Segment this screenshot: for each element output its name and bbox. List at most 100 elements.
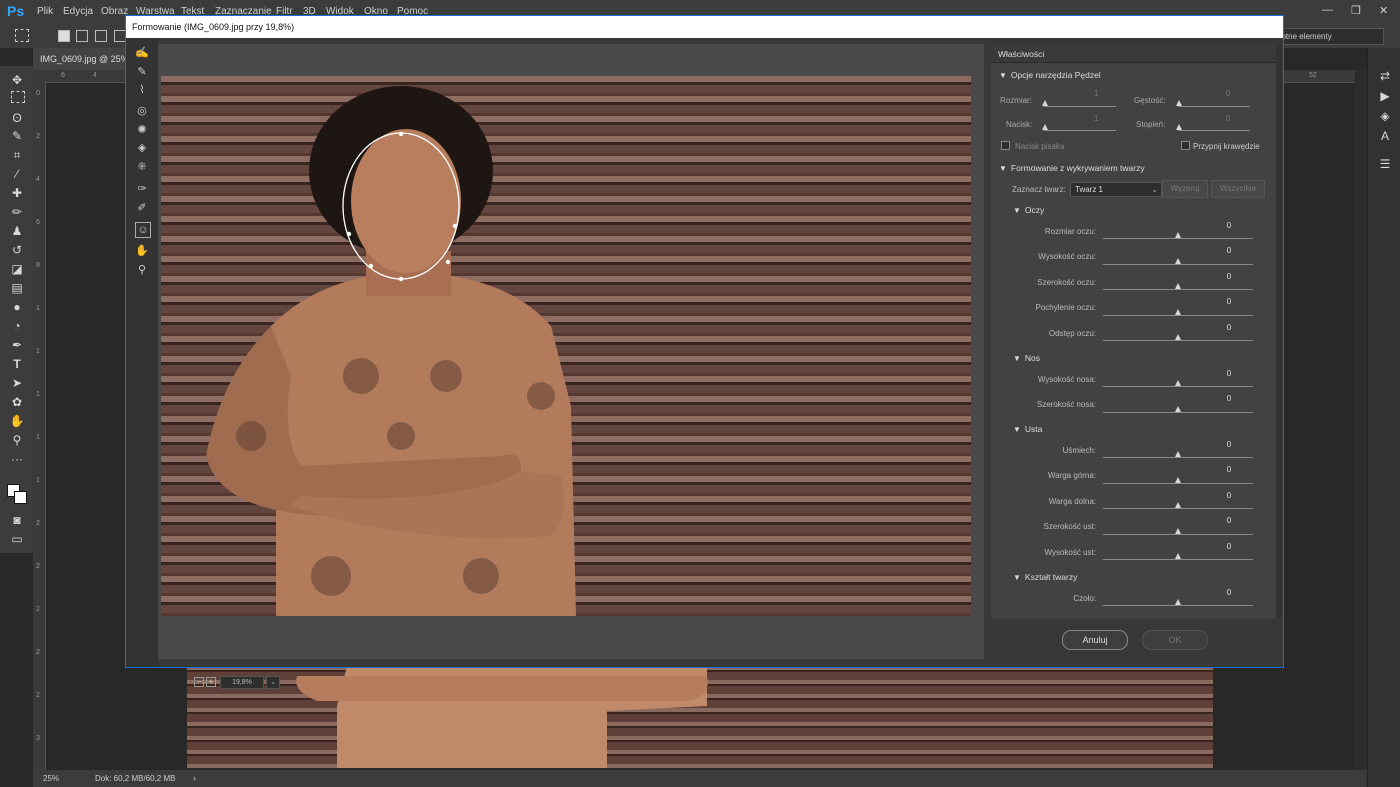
healing-brush-icon[interactable]: ✚ [9, 185, 25, 201]
ok-button[interactable]: OK [1142, 630, 1208, 650]
hand-tool-icon[interactable]: ✋ [9, 413, 25, 429]
size-slider-thumb[interactable] [1042, 100, 1048, 106]
stylus-pressure-checkbox[interactable] [1001, 141, 1010, 150]
crop-tool-icon[interactable]: ⌗ [9, 147, 25, 163]
eye-size-value[interactable]: 0 [1214, 221, 1244, 230]
eye-distance-thumb[interactable] [1175, 334, 1181, 340]
smile-slider[interactable] [1103, 457, 1253, 458]
eye-tilt-value[interactable]: 0 [1214, 297, 1244, 306]
face-tool-icon[interactable]: ☺ [135, 222, 151, 238]
more-tools-icon[interactable]: ··· [9, 451, 25, 467]
mouth-width-thumb[interactable] [1175, 528, 1181, 534]
pin-edges-checkbox[interactable] [1181, 141, 1190, 150]
eye-width-slider[interactable] [1103, 289, 1253, 290]
marquee-tool-icon[interactable] [15, 29, 29, 42]
move-tool-icon[interactable]: ✥ [9, 72, 25, 88]
pen-tool-icon[interactable]: ✒ [9, 337, 25, 353]
nose-height-value[interactable]: 0 [1214, 369, 1244, 378]
lasso-tool-icon[interactable]: ʘ [9, 110, 25, 126]
eye-width-thumb[interactable] [1175, 283, 1181, 289]
freeze-mask-icon[interactable]: ✑ [135, 182, 149, 196]
reconstruct-icon[interactable]: ✎ [135, 65, 149, 79]
close-icon[interactable]: ✕ [1379, 4, 1388, 17]
zoom-tool-icon[interactable]: ⚲ [9, 432, 25, 448]
mouth-width-slider[interactable] [1103, 534, 1253, 535]
properties-scrollbar[interactable] [1276, 44, 1282, 619]
forehead-slider[interactable] [1103, 605, 1253, 606]
lower-lip-slider[interactable] [1103, 508, 1253, 509]
gradient-tool-icon[interactable]: ▤ [9, 280, 25, 296]
subtract-selection-icon[interactable] [95, 30, 107, 42]
smile-value[interactable]: 0 [1214, 440, 1244, 449]
eye-tilt-slider[interactable] [1103, 315, 1253, 316]
path-selection-icon[interactable]: ➤ [9, 375, 25, 391]
twirl-icon[interactable]: ◎ [135, 104, 149, 118]
zoom-dropdown-icon[interactable]: ⌄ [266, 676, 280, 689]
vertical-scrollbar[interactable] [1355, 70, 1367, 770]
quick-mask-icon[interactable]: ◙ [9, 512, 25, 528]
menu-plik[interactable]: Plik [37, 6, 53, 17]
nose-height-thumb[interactable] [1175, 380, 1181, 386]
dodge-tool-icon[interactable]: ◔ [9, 318, 25, 334]
nose-width-value[interactable]: 0 [1214, 394, 1244, 403]
mouth-height-thumb[interactable] [1175, 553, 1181, 559]
cancel-button[interactable]: Anuluj [1062, 630, 1128, 650]
preview-zoom-field[interactable]: 19,8% [220, 676, 264, 689]
add-selection-icon[interactable] [76, 30, 88, 42]
layers-panel-icon[interactable]: ◈ [1377, 108, 1393, 124]
all-button[interactable]: Wszystkie [1211, 180, 1265, 198]
eye-tilt-thumb[interactable] [1175, 309, 1181, 315]
nose-height-slider[interactable] [1103, 386, 1253, 387]
pucker-icon[interactable]: ✺ [135, 123, 149, 137]
upper-lip-slider[interactable] [1103, 483, 1253, 484]
zoom-level[interactable]: 25% [43, 774, 59, 783]
size-value[interactable]: 1 [1094, 89, 1098, 98]
eye-size-thumb[interactable] [1175, 232, 1181, 238]
actions-panel-icon[interactable]: ▶ [1377, 88, 1393, 104]
upper-lip-thumb[interactable] [1175, 477, 1181, 483]
minimize-icon[interactable]: — [1322, 4, 1333, 16]
rectangular-marquee-icon[interactable] [11, 91, 25, 103]
density-slider[interactable] [1178, 106, 1250, 107]
face-aware-header[interactable]: ▼ Formowanie z wykrywaniem twarzy [999, 163, 1145, 173]
rate-slider[interactable] [1178, 130, 1250, 131]
mouth-header[interactable]: ▼ Usta [1013, 424, 1042, 434]
eyes-header[interactable]: ▼ Oczy [1013, 205, 1044, 215]
size-slider[interactable] [1044, 106, 1116, 107]
type-tool-icon[interactable]: T [9, 356, 25, 372]
thaw-mask-icon[interactable]: ✐ [135, 201, 149, 215]
lower-lip-value[interactable]: 0 [1214, 491, 1244, 500]
forehead-thumb[interactable] [1175, 599, 1181, 605]
character-panel-icon[interactable]: A [1377, 128, 1393, 144]
nose-width-slider[interactable] [1103, 412, 1253, 413]
eye-width-value[interactable]: 0 [1214, 272, 1244, 281]
bloat-icon[interactable]: ◈ [135, 141, 149, 155]
preview-image[interactable] [161, 76, 971, 616]
push-left-icon[interactable]: ⁜ [135, 160, 149, 174]
menu-edycja[interactable]: Edycja [63, 6, 93, 17]
document-tab[interactable]: IMG_0609.jpg @ 25% ( [33, 48, 134, 70]
maximize-icon[interactable]: ❐ [1351, 4, 1361, 17]
forward-warp-icon[interactable]: ✍ [135, 46, 149, 60]
zoom-out-icon[interactable]: − [194, 677, 204, 687]
brush-tool-icon[interactable]: ✏ [9, 204, 25, 220]
history-brush-icon[interactable]: ↺ [9, 242, 25, 258]
upper-lip-value[interactable]: 0 [1214, 465, 1244, 474]
nose-header[interactable]: ▼ Nos [1013, 353, 1040, 363]
pressure-slider-thumb[interactable] [1042, 124, 1048, 130]
quick-selection-icon[interactable]: ✎ [9, 128, 25, 144]
eye-distance-slider[interactable] [1103, 340, 1253, 341]
nose-width-thumb[interactable] [1175, 406, 1181, 412]
mouth-width-value[interactable]: 0 [1214, 516, 1244, 525]
hand-tool-icon[interactable]: ✋ [135, 244, 149, 258]
rate-slider-thumb[interactable] [1176, 124, 1182, 130]
eraser-icon[interactable]: ◪ [9, 261, 25, 277]
face-shape-header[interactable]: ▼ Kształt twarzy [1013, 572, 1077, 582]
smile-thumb[interactable] [1175, 451, 1181, 457]
screen-mode-icon[interactable]: ▭ [9, 531, 25, 547]
pressure-slider[interactable] [1044, 130, 1116, 131]
workspace-select[interactable]: Istotne elementy [1268, 28, 1384, 45]
forehead-value[interactable]: 0 [1214, 588, 1244, 597]
eye-distance-value[interactable]: 0 [1214, 323, 1244, 332]
eyedropper-icon[interactable]: ⁄ [9, 166, 25, 182]
